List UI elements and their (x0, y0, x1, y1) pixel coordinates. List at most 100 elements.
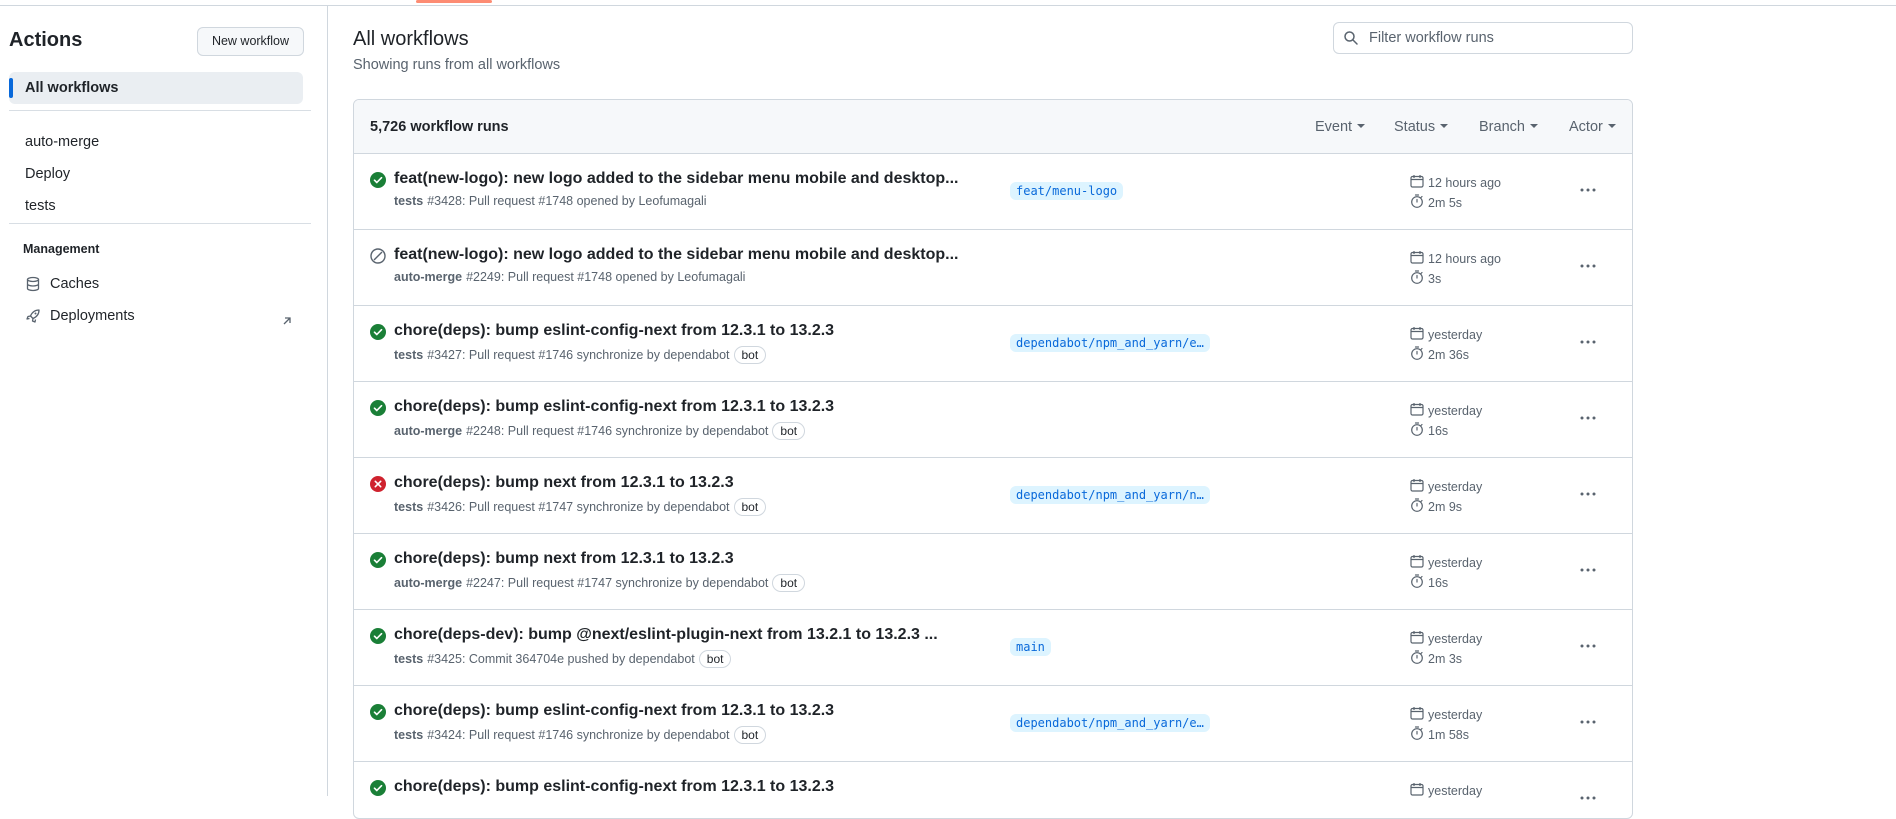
run-time-label: yesterday (1428, 707, 1483, 722)
sidebar-item-auto-merge[interactable]: auto-merge (25, 134, 99, 150)
workflow-run-row[interactable]: chore(deps): bump eslint-config-next fro… (354, 686, 1632, 762)
sidebar-item-deployments[interactable]: Deployments (25, 306, 135, 326)
bot-badge: bot (698, 650, 732, 668)
calendar-icon (1410, 250, 1428, 267)
run-detail: #3425: Commit 364704e pushed by dependab… (427, 652, 695, 666)
run-workflow-name: auto-merge (394, 424, 463, 438)
run-detail: #2247: Pull request #1747 synchronize by… (466, 576, 769, 590)
kebab-menu-icon[interactable] (1578, 712, 1598, 732)
run-time-label: yesterday (1428, 631, 1483, 646)
active-tab-indicator (416, 0, 492, 3)
actor-filter[interactable]: Actor (1569, 119, 1616, 135)
sidebar-item-caches[interactable]: Caches (25, 274, 99, 294)
event-filter[interactable]: Event (1315, 119, 1365, 135)
branch-tag[interactable]: dependabot/npm_and_yarn/e… (1010, 334, 1210, 352)
sidebar-divider (9, 223, 311, 224)
calendar-icon (1410, 326, 1428, 343)
sidebar-divider (9, 110, 311, 111)
calendar-icon (1410, 782, 1428, 799)
kebab-menu-icon[interactable] (1578, 332, 1598, 352)
workflow-runs-list: 5,726 workflow runs Event Status Branch … (353, 99, 1633, 819)
run-duration: 16s (1410, 422, 1448, 439)
run-meta: tests #3428: Pull request #1748 opened by… (394, 194, 707, 208)
bot-badge: bot (772, 574, 806, 592)
run-meta: tests #3425: Commit 364704e pushed by dep… (394, 650, 732, 668)
calendar-icon (1410, 706, 1428, 723)
kebab-menu-icon[interactable] (1578, 788, 1598, 808)
sidebar-item-deploy[interactable]: Deploy (25, 166, 70, 182)
workflow-run-row[interactable]: chore(deps): bump eslint-config-next fro… (354, 306, 1632, 382)
page-subtitle: Showing runs from all workflows (353, 57, 561, 73)
workflow-run-row[interactable]: feat(new-logo): new logo added to the si… (354, 154, 1632, 230)
run-time: yesterday (1410, 782, 1482, 799)
run-title-link[interactable]: feat(new-logo): new logo added to the si… (394, 246, 958, 264)
workflow-run-row[interactable]: chore(deps): bump eslint-config-next fro… (354, 382, 1632, 458)
run-time-label: yesterday (1428, 327, 1483, 342)
run-title-link[interactable]: chore(deps): bump eslint-config-next fro… (394, 322, 834, 340)
run-duration: 16s (1410, 574, 1448, 591)
run-workflow-name: tests (394, 500, 424, 514)
run-title-link[interactable]: chore(deps): bump eslint-config-next fro… (394, 398, 834, 416)
workflow-run-row[interactable]: chore(deps): bump eslint-config-next fro… (354, 762, 1632, 818)
sidebar-section-management: Management (23, 242, 100, 256)
workflow-run-row[interactable]: chore(deps): bump next from 12.3.1 to 13… (354, 534, 1632, 610)
kebab-menu-icon[interactable] (1578, 636, 1598, 656)
workflow-run-row[interactable]: chore(deps): bump next from 12.3.1 to 13… (354, 458, 1632, 534)
run-time-label: 12 hours ago (1428, 175, 1501, 190)
branch-tag[interactable]: dependabot/npm_and_yarn/e… (1010, 714, 1210, 732)
success-status-icon (370, 780, 386, 796)
run-time-label: yesterday (1428, 479, 1483, 494)
run-detail: #2248: Pull request #1746 synchronize by… (466, 424, 769, 438)
run-workflow-name: tests (394, 194, 424, 208)
run-title-link[interactable]: chore(deps): bump eslint-config-next fro… (394, 778, 834, 796)
search-icon (1344, 31, 1358, 45)
kebab-menu-icon[interactable] (1578, 560, 1598, 580)
run-detail: #3427: Pull request #1746 synchronize by… (427, 348, 730, 362)
run-time: yesterday (1410, 706, 1482, 723)
run-title-link[interactable]: chore(deps): bump next from 12.3.1 to 13… (394, 550, 734, 568)
branch-tag[interactable]: main (1010, 638, 1051, 656)
workflow-run-row[interactable]: feat(new-logo): new logo added to the si… (354, 230, 1632, 306)
branch-tag[interactable]: dependabot/npm_and_yarn/n… (1010, 486, 1210, 504)
run-detail: #3426: Pull request #1747 synchronize by… (427, 500, 730, 514)
run-meta: auto-merge #2249: Pull request #1748 open… (394, 270, 745, 284)
run-duration-label: 2m 36s (1428, 347, 1469, 362)
success-status-icon (370, 704, 386, 720)
new-workflow-button[interactable]: New workflow (197, 27, 304, 56)
calendar-icon (1410, 402, 1428, 419)
stopwatch-icon (1410, 574, 1428, 591)
calendar-icon (1410, 478, 1428, 495)
branch-filter[interactable]: Branch (1479, 119, 1538, 135)
calendar-icon (1410, 630, 1428, 647)
run-title-link[interactable]: feat(new-logo): new logo added to the si… (394, 170, 958, 188)
run-workflow-name: tests (394, 652, 424, 666)
run-title-link[interactable]: chore(deps): bump next from 12.3.1 to 13… (394, 474, 734, 492)
run-meta: tests #3424: Pull request #1746 synchroni… (394, 726, 767, 744)
stopwatch-icon (1410, 650, 1428, 667)
kebab-menu-icon[interactable] (1578, 408, 1598, 428)
run-workflow-name: tests (394, 728, 424, 742)
run-title-link[interactable]: chore(deps-dev): bump @next/eslint-plugi… (394, 626, 938, 644)
runs-count: 5,726 workflow runs (370, 119, 509, 135)
filter-workflow-runs[interactable] (1333, 22, 1633, 54)
run-time-label: yesterday (1428, 403, 1483, 418)
run-duration-label: 2m 3s (1428, 651, 1463, 666)
run-time: 12 hours ago (1410, 250, 1501, 267)
filter-input[interactable] (1367, 29, 1617, 47)
bot-badge: bot (733, 346, 767, 364)
runs-body: feat(new-logo): new logo added to the si… (354, 154, 1632, 818)
branch-tag[interactable]: feat/menu-logo (1010, 182, 1124, 200)
sidebar-item-tests[interactable]: tests (25, 198, 56, 214)
workflow-run-row[interactable]: chore(deps-dev): bump @next/eslint-plugi… (354, 610, 1632, 686)
status-filter[interactable]: Status (1394, 119, 1448, 135)
kebab-menu-icon[interactable] (1578, 484, 1598, 504)
sidebar-item-all-workflows[interactable]: All workflows (9, 72, 303, 104)
stopwatch-icon (1410, 726, 1428, 743)
run-time-label: 12 hours ago (1428, 251, 1501, 266)
run-meta: auto-merge #2247: Pull request #1747 sync… (394, 574, 806, 592)
bot-badge: bot (733, 726, 767, 744)
kebab-menu-icon[interactable] (1578, 256, 1598, 276)
run-title-link[interactable]: chore(deps): bump eslint-config-next fro… (394, 702, 834, 720)
kebab-menu-icon[interactable] (1578, 180, 1598, 200)
run-time: yesterday (1410, 478, 1482, 495)
